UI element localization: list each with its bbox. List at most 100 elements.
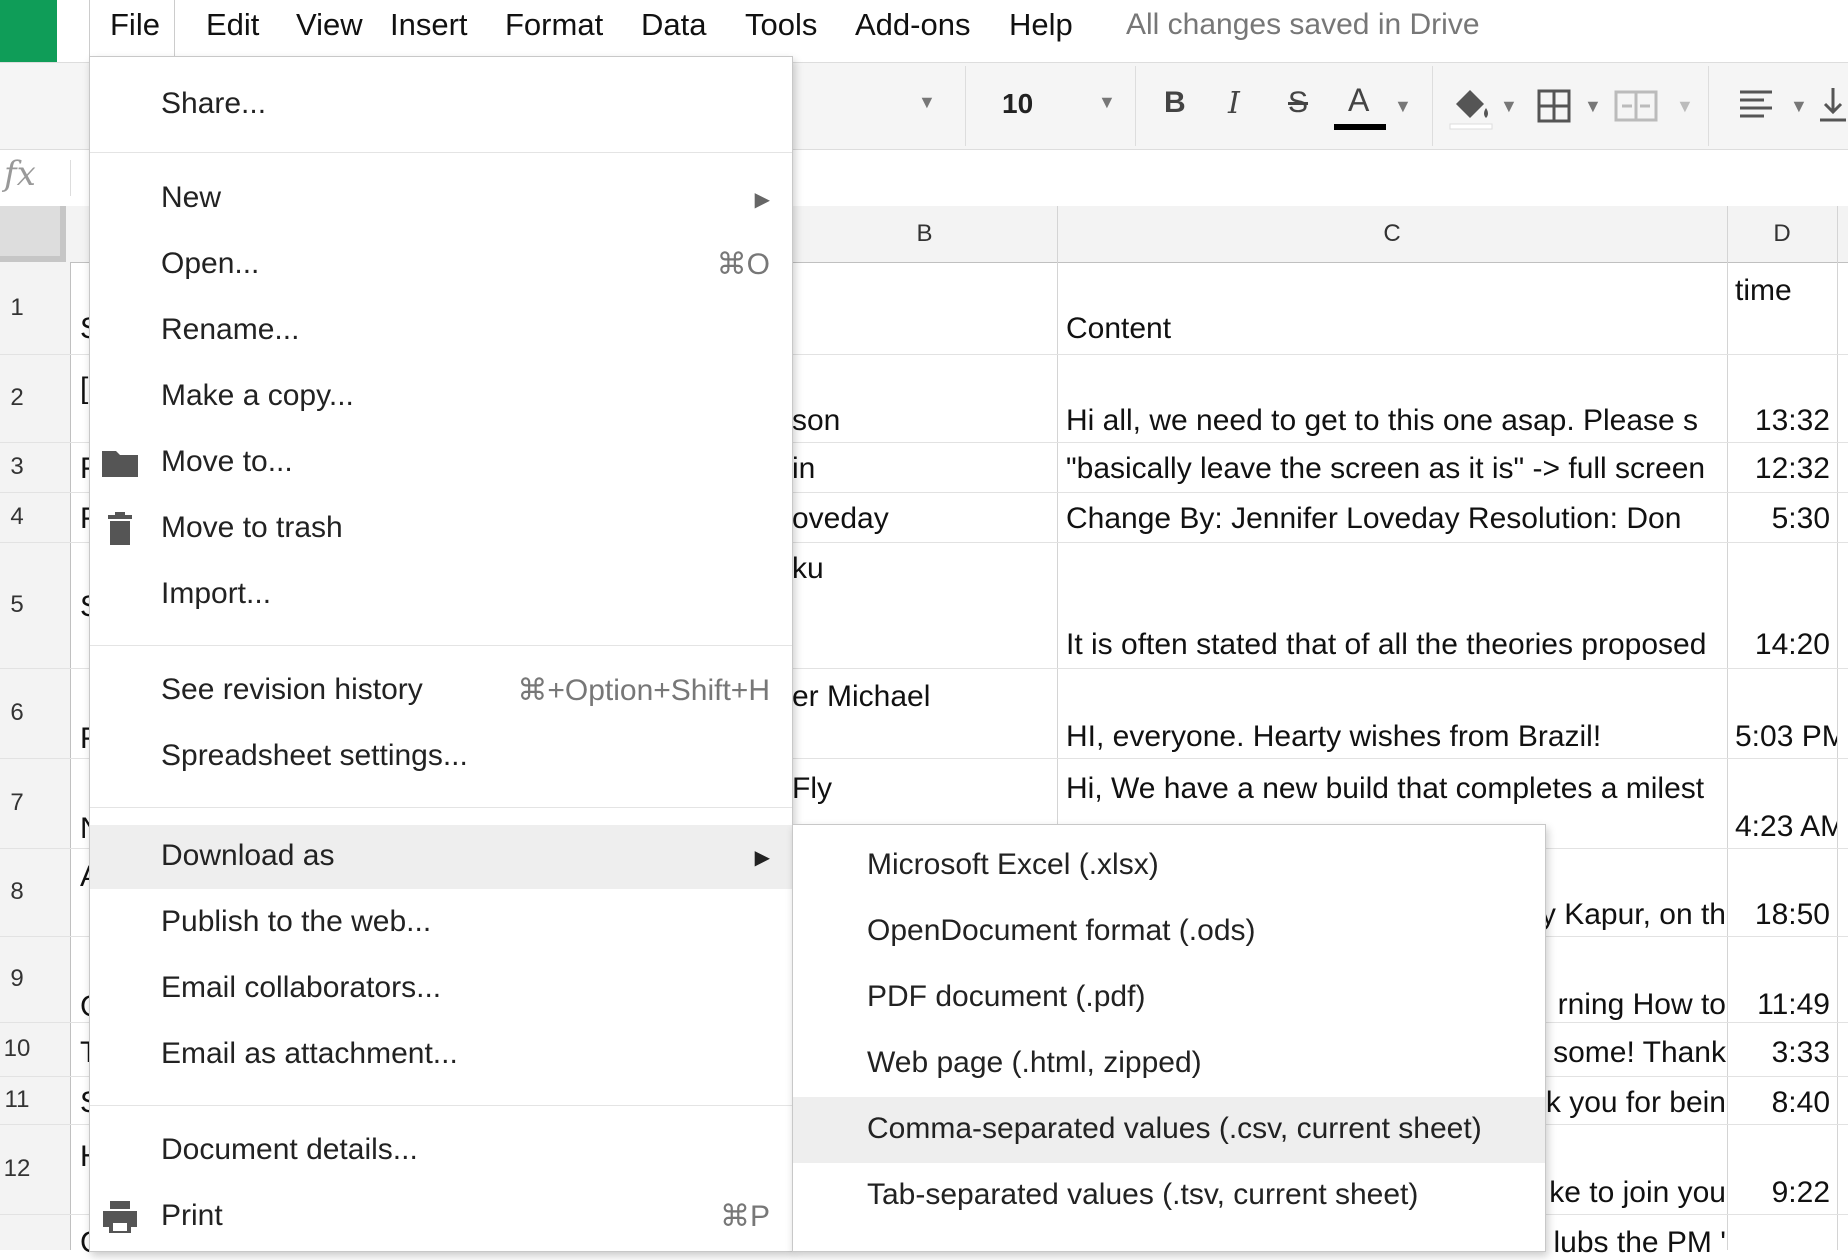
menu-publish[interactable]: Publish to the web... <box>90 891 792 955</box>
menu-move-to[interactable]: Move to... <box>90 431 792 495</box>
menu-share[interactable]: Share... <box>90 73 792 137</box>
menu-data[interactable]: Data <box>641 0 706 50</box>
cell-c5[interactable]: It is often stated that of all the theor… <box>1066 628 1726 662</box>
row-header-10[interactable]: 10 <box>0 1035 34 1063</box>
download-option-label: OpenDocument format (.ods) <box>867 914 1256 947</box>
menu-email-collaborators[interactable]: Email collaborators... <box>90 957 792 1021</box>
download-option-2[interactable]: PDF document (.pdf) <box>793 965 1545 1031</box>
borders-dropdown-icon[interactable]: ▼ <box>1584 96 1602 117</box>
menu-import[interactable]: Import... <box>90 563 792 627</box>
download-option-label: Comma-separated values (.csv, current sh… <box>867 1112 1482 1145</box>
column-divider-cd <box>1727 206 1728 1250</box>
menu-file[interactable]: File <box>110 0 160 50</box>
menu-tools[interactable]: Tools <box>745 0 817 50</box>
merge-cells-icon[interactable] <box>1614 88 1658 124</box>
menu-document-details[interactable]: Document details... <box>90 1119 792 1183</box>
cell-c7[interactable]: Hi, We have a new build that completes a… <box>1066 772 1726 806</box>
row-header-12[interactable]: 12 <box>0 1155 34 1183</box>
cell-d7[interactable]: 4:23 AM <box>1735 810 1837 844</box>
menu-make-copy[interactable]: Make a copy... <box>90 365 792 429</box>
cell-b2[interactable]: son <box>792 404 840 438</box>
bold-button[interactable]: B <box>1164 86 1186 120</box>
text-color-button[interactable]: A <box>1348 82 1369 119</box>
menu-view[interactable]: View <box>296 0 363 50</box>
cell-c6[interactable]: HI, everyone. Hearty wishes from Brazil! <box>1066 720 1726 754</box>
download-option-5[interactable]: Tab-separated values (.tsv, current shee… <box>793 1163 1545 1229</box>
row-header-9[interactable]: 9 <box>0 965 34 993</box>
menu-revision-history[interactable]: See revision history ⌘+Option+Shift+H <box>90 659 792 723</box>
cell-c4[interactable]: Change By: Jennifer Loveday Resolution: … <box>1066 502 1726 536</box>
menu-separator <box>90 1105 792 1106</box>
font-size-field[interactable]: 10 <box>1002 88 1033 120</box>
align-dropdown-icon[interactable]: ▼ <box>1790 96 1808 117</box>
row-header-2[interactable]: 2 <box>0 384 34 412</box>
print-icon <box>103 1201 137 1233</box>
menu-rename[interactable]: Rename... <box>90 299 792 363</box>
cell-d2[interactable]: 13:32 <box>1730 404 1830 438</box>
menu-download-as[interactable]: Download as ▶ <box>90 825 792 889</box>
menu-email-attachment[interactable]: Email as attachment... <box>90 1023 792 1087</box>
download-option-0[interactable]: Microsoft Excel (.xlsx) <box>793 833 1545 899</box>
download-option-1[interactable]: OpenDocument format (.ods) <box>793 899 1545 965</box>
text-color-swatch <box>1334 124 1386 130</box>
strikethrough-button[interactable]: S <box>1288 86 1308 120</box>
trash-icon <box>108 512 132 545</box>
menu-open[interactable]: Open... ⌘O <box>90 233 792 297</box>
cell-c3[interactable]: "basically leave the screen as it is" ->… <box>1066 452 1726 486</box>
cell-c2[interactable]: Hi all, we need to get to this one asap.… <box>1066 404 1726 438</box>
row-header-8[interactable]: 8 <box>0 878 34 906</box>
menu-help[interactable]: Help <box>1009 0 1073 50</box>
cell-d10[interactable]: 3:33 <box>1730 1036 1830 1070</box>
menu-move-to-trash[interactable]: Move to trash <box>90 497 792 561</box>
fill-color-dropdown-icon[interactable]: ▼ <box>1500 96 1518 117</box>
select-all-corner[interactable] <box>0 206 66 262</box>
column-header-b[interactable]: B <box>792 206 1057 262</box>
font-size-dropdown-icon[interactable]: ▼ <box>1098 92 1116 113</box>
vertical-align-icon[interactable] <box>1818 84 1848 124</box>
cell-b4[interactable]: oveday <box>792 502 889 536</box>
row-header-3[interactable]: 3 <box>0 453 34 481</box>
font-dropdown-arrow-icon[interactable]: ▼ <box>918 92 936 113</box>
menu-print[interactable]: Print ⌘P <box>90 1185 792 1249</box>
fill-color-icon[interactable] <box>1448 84 1494 130</box>
cell-b7[interactable]: Fly <box>792 772 832 806</box>
toolbar-divider <box>1708 66 1709 146</box>
cell-c1[interactable]: Content <box>1066 312 1171 346</box>
cell-d6[interactable]: 5:03 PM <box>1735 720 1837 754</box>
cell-d8[interactable]: 18:50 <box>1730 898 1830 932</box>
row-header-5[interactable]: 5 <box>0 591 34 619</box>
cell-d1[interactable]: time <box>1735 274 1792 308</box>
menu-edit[interactable]: Edit <box>206 0 259 50</box>
row-header-11[interactable]: 11 <box>0 1086 34 1114</box>
row-header-7[interactable]: 7 <box>0 789 34 817</box>
column-header-d[interactable]: D <box>1727 206 1837 262</box>
menu-new[interactable]: New ▶ <box>90 167 792 231</box>
cell-b6[interactable]: er Michael <box>792 680 930 714</box>
menu-separator <box>90 807 792 808</box>
download-option-3[interactable]: Web page (.html, zipped) <box>793 1031 1545 1097</box>
cell-b5[interactable]: ku <box>792 552 824 586</box>
download-option-4[interactable]: Comma-separated values (.csv, current sh… <box>793 1097 1545 1163</box>
italic-button[interactable]: I <box>1228 86 1240 121</box>
cell-b3[interactable]: in <box>792 452 815 486</box>
menu-insert[interactable]: Insert <box>390 0 468 50</box>
cell-d5[interactable]: 14:20 <box>1730 628 1830 662</box>
cell-d9[interactable]: 11:49 <box>1730 988 1830 1022</box>
menu-format[interactable]: Format <box>505 0 603 50</box>
menu-spreadsheet-settings[interactable]: Spreadsheet settings... <box>90 725 792 789</box>
download-option-label: Web page (.html, zipped) <box>867 1046 1202 1079</box>
column-header-c[interactable]: C <box>1057 206 1727 262</box>
cell-d12[interactable]: 9:22 <box>1730 1176 1830 1210</box>
text-color-dropdown-icon[interactable]: ▼ <box>1394 96 1412 117</box>
align-left-icon[interactable] <box>1738 88 1774 122</box>
cell-d11[interactable]: 8:40 <box>1730 1086 1830 1120</box>
borders-icon[interactable] <box>1536 88 1572 124</box>
row-header-4[interactable]: 4 <box>0 503 34 531</box>
merge-dropdown-icon[interactable]: ▼ <box>1676 96 1694 117</box>
download-option-label: Tab-separated values (.tsv, current shee… <box>867 1178 1419 1211</box>
cell-d3[interactable]: 12:32 <box>1730 452 1830 486</box>
cell-d4[interactable]: 5:30 <box>1730 502 1830 536</box>
menu-addons[interactable]: Add-ons <box>855 0 970 50</box>
row-header-6[interactable]: 6 <box>0 699 34 727</box>
row-header-1[interactable]: 1 <box>0 294 34 322</box>
